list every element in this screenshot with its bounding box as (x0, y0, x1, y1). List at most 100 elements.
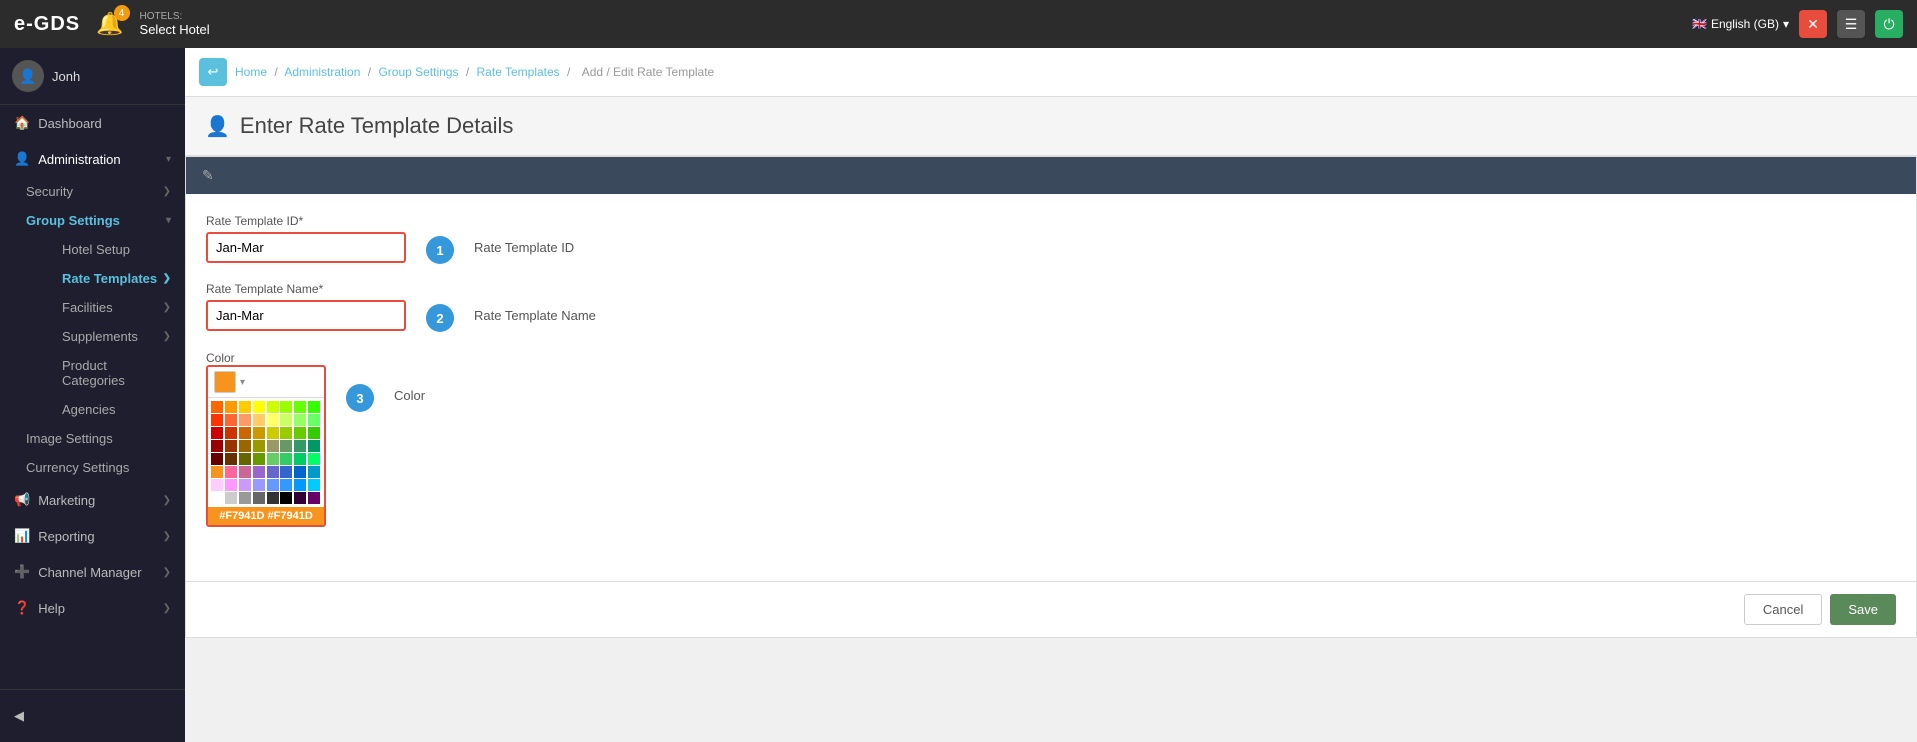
rate-template-id-input[interactable] (206, 232, 406, 263)
color-cell[interactable] (267, 453, 279, 465)
color-cell[interactable] (280, 440, 292, 452)
sidebar-item-rate-templates[interactable]: Rate Templates ❯ (36, 264, 185, 293)
color-cell[interactable] (225, 440, 237, 452)
color-cell[interactable] (308, 479, 320, 491)
breadcrumb-administration[interactable]: Administration (284, 65, 360, 79)
sidebar-item-image-settings[interactable]: Image Settings (0, 424, 185, 453)
color-cell[interactable] (239, 401, 251, 413)
color-cell[interactable] (225, 401, 237, 413)
sidebar-item-marketing[interactable]: 📢 Marketing ❯ (0, 482, 185, 518)
color-cell[interactable] (267, 492, 279, 504)
color-cell[interactable] (253, 453, 265, 465)
sidebar-item-administration[interactable]: 👤 Administration ▾ (0, 141, 185, 177)
sidebar-item-channel-manager[interactable]: ➕ Channel Manager ❯ (0, 554, 185, 590)
color-cell[interactable] (239, 492, 251, 504)
color-cell[interactable] (308, 414, 320, 426)
sidebar-item-agencies[interactable]: Agencies (36, 395, 185, 424)
color-cell[interactable] (239, 479, 251, 491)
rate-template-name-input[interactable] (206, 300, 406, 331)
power-button[interactable]: ⏻ (1875, 10, 1903, 38)
color-cell[interactable] (280, 479, 292, 491)
color-cell[interactable] (239, 427, 251, 439)
color-cell[interactable] (267, 427, 279, 439)
color-cell[interactable] (267, 440, 279, 452)
color-cell[interactable] (294, 479, 306, 491)
breadcrumb-home[interactable]: Home (235, 65, 267, 79)
color-cell[interactable] (294, 466, 306, 478)
color-cell[interactable] (280, 492, 292, 504)
color-cell[interactable] (253, 492, 265, 504)
sidebar-item-supplements[interactable]: Supplements ❯ (36, 322, 185, 351)
hotel-name[interactable]: Select Hotel (140, 22, 210, 37)
color-cell[interactable] (211, 466, 223, 478)
color-cell[interactable] (294, 401, 306, 413)
color-cell[interactable] (253, 479, 265, 491)
color-cell[interactable] (253, 414, 265, 426)
color-cell[interactable] (308, 401, 320, 413)
color-cell[interactable] (308, 466, 320, 478)
breadcrumb-group-settings[interactable]: Group Settings (378, 65, 458, 79)
color-picker-arrow[interactable]: ▾ (240, 377, 245, 388)
admin-icon: 👤 (14, 151, 30, 167)
sidebar-item-reporting[interactable]: 📊 Reporting ❯ (0, 518, 185, 554)
color-cell[interactable] (294, 492, 306, 504)
save-button[interactable]: Save (1830, 594, 1896, 625)
color-cell[interactable] (253, 466, 265, 478)
color-cell[interactable] (267, 401, 279, 413)
color-picker[interactable]: ▾ #F7941D #F7941D (206, 365, 326, 527)
notification-bell[interactable]: 🔔 4 (96, 11, 123, 37)
color-cell[interactable] (280, 453, 292, 465)
color-cell[interactable] (253, 401, 265, 413)
color-cell[interactable] (211, 479, 223, 491)
menu-button[interactable]: ☰ (1837, 10, 1865, 38)
color-cell[interactable] (211, 492, 223, 504)
breadcrumb-back-button[interactable]: ↩ (199, 58, 227, 86)
sidebar-item-security[interactable]: Security ❯ (0, 177, 185, 206)
breadcrumb-rate-templates[interactable]: Rate Templates (477, 65, 560, 79)
color-cell[interactable] (239, 453, 251, 465)
color-cell[interactable] (280, 414, 292, 426)
color-cell[interactable] (225, 453, 237, 465)
sidebar-item-hotel-setup[interactable]: Hotel Setup (36, 235, 185, 264)
color-cell[interactable] (211, 427, 223, 439)
color-cell[interactable] (280, 401, 292, 413)
color-cell[interactable] (225, 427, 237, 439)
color-cell[interactable] (280, 466, 292, 478)
color-cell[interactable] (308, 453, 320, 465)
color-cell[interactable] (267, 466, 279, 478)
sidebar-item-group-settings[interactable]: Group Settings ▾ (0, 206, 185, 235)
cancel-button[interactable]: Cancel (1744, 594, 1822, 625)
color-cell[interactable] (211, 401, 223, 413)
hotel-selector[interactable]: HOTELS: Select Hotel (140, 11, 210, 37)
sidebar-item-dashboard[interactable]: 🏠 Dashboard (0, 105, 185, 141)
sidebar-item-facilities[interactable]: Facilities ❯ (36, 293, 185, 322)
color-cell[interactable] (239, 466, 251, 478)
color-cell[interactable] (280, 427, 292, 439)
color-cell[interactable] (294, 453, 306, 465)
color-cell[interactable] (239, 414, 251, 426)
close-button[interactable]: ✕ (1799, 10, 1827, 38)
sidebar-item-currency-settings[interactable]: Currency Settings (0, 453, 185, 482)
language-selector[interactable]: 🇬🇧 English (GB) ▾ (1692, 17, 1789, 31)
color-cell[interactable] (253, 427, 265, 439)
sidebar-collapse-button[interactable]: ◀ (0, 698, 185, 734)
sidebar-item-product-categories[interactable]: Product Categories (36, 351, 185, 395)
color-cell[interactable] (211, 414, 223, 426)
color-cell[interactable] (211, 440, 223, 452)
color-cell[interactable] (225, 479, 237, 491)
color-cell[interactable] (294, 440, 306, 452)
sidebar-item-help[interactable]: ❓ Help ❯ (0, 590, 185, 626)
color-cell[interactable] (239, 440, 251, 452)
color-cell[interactable] (225, 414, 237, 426)
color-cell[interactable] (253, 440, 265, 452)
color-cell[interactable] (308, 492, 320, 504)
color-cell[interactable] (294, 414, 306, 426)
color-cell[interactable] (225, 492, 237, 504)
color-cell[interactable] (267, 479, 279, 491)
color-cell[interactable] (308, 440, 320, 452)
color-cell[interactable] (308, 427, 320, 439)
color-cell[interactable] (225, 466, 237, 478)
color-cell[interactable] (294, 427, 306, 439)
color-cell[interactable] (211, 453, 223, 465)
color-cell[interactable] (267, 414, 279, 426)
